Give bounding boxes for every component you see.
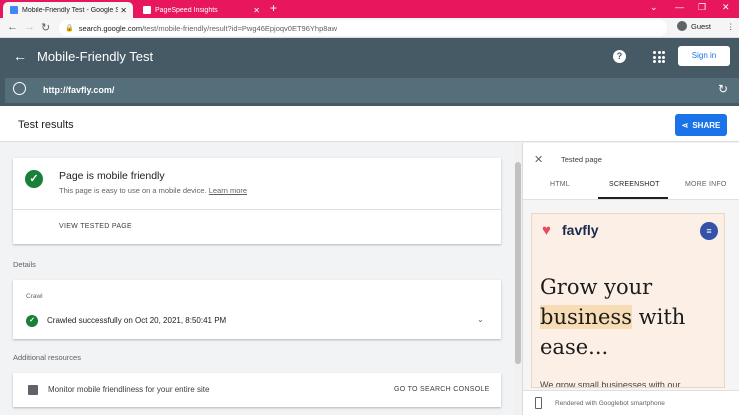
close-icon[interactable]: ✕ — [534, 153, 543, 166]
menu-dots-icon[interactable]: ⋮ — [727, 22, 735, 31]
google-favicon-icon — [10, 6, 18, 14]
avatar — [677, 21, 687, 31]
learn-more-link[interactable]: Learn more — [209, 186, 247, 195]
main-scrollbar[interactable] — [514, 143, 522, 415]
tested-url-bar: http://favfly.com/ ↻ — [0, 78, 739, 106]
smartphone-icon — [535, 397, 542, 409]
share-button[interactable]: ⋖ SHARE — [675, 114, 727, 136]
verdict-card: ✓ Page is mobile friendly This page is e… — [13, 158, 501, 244]
help-icon[interactable]: ? — [613, 50, 626, 63]
verdict-title: Page is mobile friendly — [59, 170, 165, 182]
bar-chart-icon — [28, 385, 38, 395]
favfly-logo-icon: ♥ — [542, 222, 551, 239]
apps-grid-icon[interactable] — [653, 51, 665, 63]
monitor-text: Monitor mobile friendliness for your ent… — [48, 385, 210, 394]
forward-icon[interactable]: → — [24, 21, 35, 33]
tab-html[interactable]: HTML — [550, 181, 570, 188]
lock-icon: 🔒 — [65, 25, 74, 32]
globe-icon — [13, 82, 26, 95]
restore-icon[interactable]: ❐ — [698, 2, 706, 13]
tab-label: Mobile-Friendly Test - Google Se — [22, 6, 118, 14]
browser-toolbar: ← → ↻ 🔒 search.google.com /test/mobile-f… — [0, 18, 739, 38]
url-path: /test/mobile-friendly/result?id=Pwg46Epj… — [142, 23, 337, 33]
tab-screenshot[interactable]: SCREENSHOT — [609, 181, 660, 188]
app-header: ← Mobile-Friendly Test ? Sign in — [0, 38, 739, 78]
pagespeed-favicon-icon — [143, 6, 151, 14]
tab-more-info[interactable]: MORE INFO — [685, 181, 726, 188]
hamburger-menu-icon: ≡ — [700, 222, 718, 240]
sign-in-button[interactable]: Sign in — [678, 46, 730, 66]
page-screenshot: ♥ favfly ≡ Grow your business with ease.… — [531, 213, 725, 388]
share-label: SHARE — [692, 120, 721, 130]
monitor-card: Monitor mobile friendliness for your ent… — [13, 373, 501, 407]
crawl-label: Crawl — [26, 293, 43, 300]
hero-line: business with — [540, 302, 685, 332]
tab-search-icon[interactable]: ⌄ — [650, 2, 658, 13]
tested-page-panel: ✕ Tested page HTML SCREENSHOT MORE INFO … — [522, 143, 739, 415]
retest-icon[interactable]: ↻ — [718, 82, 728, 96]
preview-brand: favfly — [562, 222, 599, 238]
results-header: Test results ⋖ SHARE — [0, 106, 739, 142]
close-window-icon[interactable]: ✕ — [722, 2, 730, 13]
hero-line: ease... — [540, 335, 609, 359]
rendered-with-label: Rendered with Googlebot smartphone — [555, 400, 665, 407]
results-heading: Test results — [18, 119, 74, 131]
hero-highlight: business — [540, 305, 632, 329]
address-bar[interactable]: 🔒 search.google.com /test/mobile-friendl… — [59, 20, 667, 36]
details-label: Details — [13, 260, 36, 269]
reload-icon[interactable]: ↻ — [41, 21, 50, 34]
tab-mobile-friendly-test[interactable]: Mobile-Friendly Test - Google Se ✕ — [3, 2, 133, 18]
description-text: This page is easy to use on a mobile dev… — [59, 186, 207, 195]
page-title: Mobile-Friendly Test — [37, 49, 154, 64]
hero-rest: with — [631, 305, 686, 329]
additional-resources-label: Additional resources — [13, 353, 81, 362]
preview-subtext: We grow small businesses with our — [540, 380, 681, 388]
panel-footer: Rendered with Googlebot smartphone — [523, 390, 739, 415]
check-circle-icon: ✓ — [26, 315, 38, 327]
minimize-icon[interactable]: — — [675, 2, 684, 12]
tab-pagespeed-insights[interactable]: PageSpeed Insights ✕ — [136, 2, 266, 18]
crawl-status: Crawled successfully on Oct 20, 2021, 8:… — [47, 316, 227, 325]
tested-url[interactable]: http://favfly.com/ — [43, 85, 114, 95]
check-circle-icon: ✓ — [25, 170, 43, 188]
profile-label: Guest — [691, 21, 712, 31]
results-main: ✓ Page is mobile friendly This page is e… — [0, 143, 514, 415]
divider — [13, 209, 501, 210]
view-tested-page-button[interactable]: VIEW TESTED PAGE — [59, 223, 132, 230]
profile-button[interactable]: Guest ⋮ — [677, 21, 735, 31]
close-tab-icon[interactable]: ✕ — [120, 6, 127, 15]
url-input-container[interactable]: http://favfly.com/ ↻ — [5, 78, 739, 103]
browser-tab-strip: Mobile-Friendly Test - Google Se ✕ PageS… — [0, 0, 739, 18]
back-arrow-icon[interactable]: ← — [13, 48, 27, 64]
scrollbar-thumb[interactable] — [515, 162, 521, 364]
url-host: search.google.com — [78, 23, 143, 33]
back-icon[interactable]: ← — [7, 21, 18, 33]
new-tab-button[interactable]: + — [270, 1, 277, 15]
verdict-description: This page is easy to use on a mobile dev… — [59, 186, 247, 195]
close-tab-icon[interactable]: ✕ — [253, 6, 260, 15]
chevron-down-icon[interactable]: ⌄ — [477, 315, 484, 324]
preview-hero: Grow your business with ease... — [540, 272, 685, 362]
hero-line: Grow your — [540, 275, 653, 299]
tab-label: PageSpeed Insights — [155, 6, 218, 14]
crawl-card[interactable]: Crawl ✓ Crawled successfully on Oct 20, … — [13, 280, 501, 339]
panel-title: Tested page — [561, 155, 602, 164]
search-console-link[interactable]: GO TO SEARCH CONSOLE — [394, 386, 490, 393]
share-icon: ⋖ — [681, 120, 689, 130]
